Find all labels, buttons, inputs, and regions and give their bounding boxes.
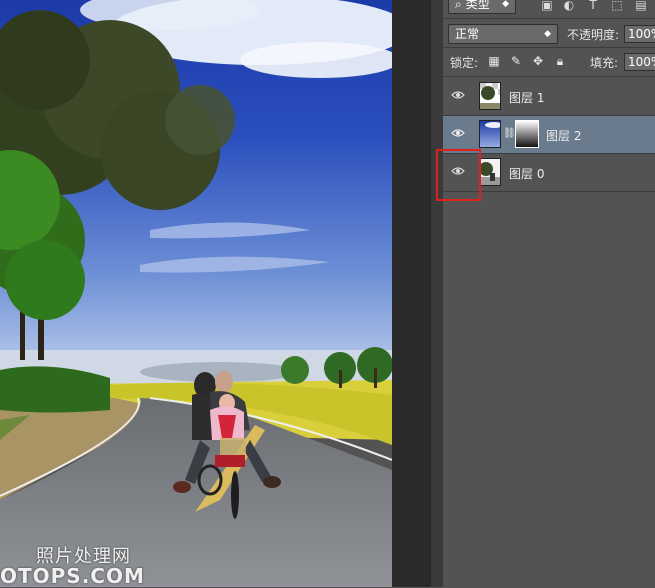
chain-link-icon[interactable]: ⛓ <box>503 128 516 139</box>
layer-name[interactable]: 图层 0 <box>509 165 544 182</box>
blend-mode-select[interactable]: 正常 ◆ <box>448 24 558 44</box>
lock-label: 锁定: <box>450 56 479 70</box>
layer-mask-thumbnail[interactable] <box>515 120 539 148</box>
shape-filter-icon[interactable]: ⬚ <box>609 0 625 12</box>
layer-thumbnail <box>479 82 501 110</box>
divider <box>443 76 655 77</box>
fill-input[interactable]: 100% <box>624 53 655 71</box>
chevron-down-icon: ◆ <box>502 0 509 9</box>
layer-name[interactable]: 图层 2 <box>546 127 581 144</box>
lock-move-icon[interactable]: ✥ <box>531 54 545 68</box>
divider <box>443 47 655 48</box>
opacity-label: 不透明度: <box>567 28 620 42</box>
filter-row: ⌕ 类型 ◆ ▣ ◐ T ⬚ ▤ <box>443 0 655 20</box>
canvas-photo <box>0 0 392 587</box>
lock-paint-icon[interactable]: ✎ <box>509 54 523 68</box>
eye-icon[interactable] <box>451 90 465 100</box>
layer-thumbnail <box>479 120 501 148</box>
fill-label: 填充: <box>590 56 619 70</box>
photo-image <box>0 0 392 587</box>
layer-row-1[interactable]: 图层 1 <box>443 78 655 116</box>
smart-object-filter-icon[interactable]: ▤ <box>633 0 649 12</box>
canvas-gutter <box>392 0 430 587</box>
lock-all-icon[interactable]: 🔒︎ <box>553 54 567 68</box>
watermark-line2: OTOPS.COM <box>0 564 145 588</box>
filter-type-select[interactable]: ⌕ 类型 ◆ <box>448 0 516 14</box>
filter-type-label: 类型 <box>465 0 490 11</box>
divider <box>443 18 655 19</box>
panel-divider[interactable] <box>430 0 443 587</box>
lock-transparent-icon[interactable]: ▦ <box>487 54 501 68</box>
chevron-down-icon: ◆ <box>544 29 551 39</box>
search-icon: ⌕ <box>455 0 462 11</box>
layer-name[interactable]: 图层 1 <box>509 89 544 106</box>
highlight-box <box>436 149 481 201</box>
image-filter-icon[interactable]: ▣ <box>539 0 555 12</box>
layers-panel: ⌕ 类型 ◆ ▣ ◐ T ⬚ ▤ 正常 ◆ 不透明度: 100% 锁定: ▦ ✎… <box>443 0 655 587</box>
opacity-input[interactable]: 100% <box>624 25 655 43</box>
adjustment-filter-icon[interactable]: ◐ <box>561 0 577 12</box>
blend-mode-label: 正常 <box>455 27 480 41</box>
eye-icon[interactable] <box>451 128 465 138</box>
type-filter-icon[interactable]: T <box>585 0 601 12</box>
layer-thumbnail <box>479 158 501 186</box>
